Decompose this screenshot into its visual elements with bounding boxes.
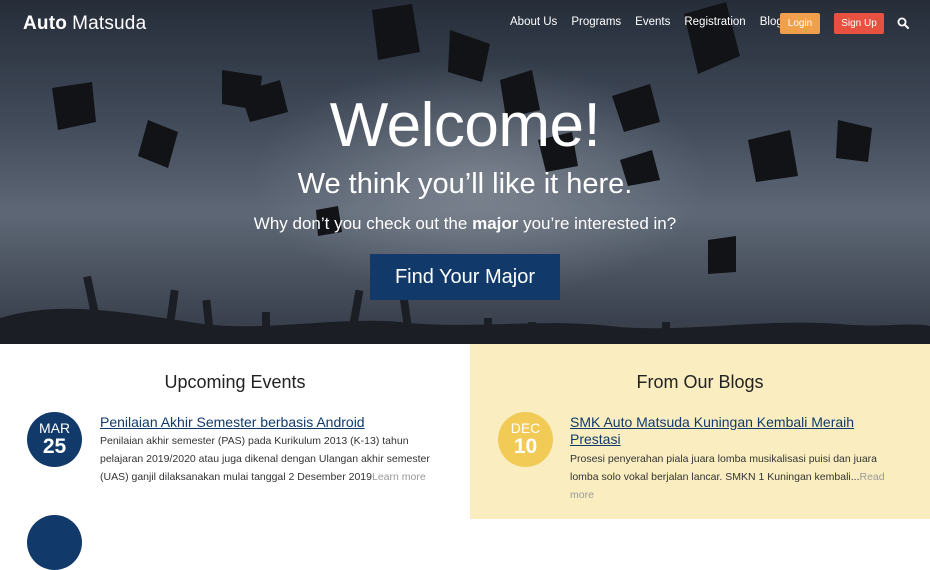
blog-title-link[interactable]: SMK Auto Matsuda Kuningan Kembali Meraih… [570, 414, 900, 448]
event-day: 25 [42, 435, 67, 458]
hero-subtext-after: you’re interested in? [518, 214, 677, 233]
event-learn-more-link[interactable]: Learn more [372, 471, 426, 483]
hero-subtext-bold: major [472, 214, 519, 233]
nav-about-us[interactable]: About Us [510, 16, 557, 32]
nav-events[interactable]: Events [635, 16, 670, 32]
event-title-link[interactable]: Penilaian Akhir Semester berbasis Androi… [100, 414, 450, 431]
blogs-section: From Our Blogs DEC 10 SMK Auto Matsuda K… [470, 344, 930, 519]
brand-part-2: Matsuda [72, 13, 147, 34]
hero-subtext-before: Why don’t you check out the [253, 214, 473, 233]
hero-banner: Auto Matsuda About Us Programs Events Reg… [0, 0, 930, 344]
brand-part-1: Auto [23, 13, 68, 34]
blog-body-text: Prosesi penyerahan piala juara lomba mus… [570, 453, 878, 483]
blog-date-badge: DEC 10 [498, 412, 553, 467]
nav-programs[interactable]: Programs [571, 16, 621, 32]
search-icon[interactable] [897, 17, 909, 29]
event-description: Penilaian akhir semester (PAS) pada Kuri… [100, 432, 450, 486]
top-navbar: Auto Matsuda About Us Programs Events Reg… [0, 0, 930, 46]
nav-links: About Us Programs Events Registration Bl… [510, 16, 797, 32]
blogs-section-title: From Our Blogs [636, 372, 764, 392]
blog-excerpt: Prosesi penyerahan piala juara lomba mus… [570, 450, 900, 504]
event-month: MAR [38, 420, 71, 436]
blog-day: 10 [513, 435, 538, 458]
login-button[interactable]: Login [780, 13, 820, 34]
upcoming-events-section: Upcoming Events MAR 25 Penilaian Akhir S… [0, 344, 470, 570]
brand-logo[interactable]: Auto Matsuda [23, 13, 146, 35]
blog-month: DEC [510, 420, 541, 436]
next-event-badge [27, 515, 82, 570]
hero-tagline: We think you’ll like it here. [297, 168, 633, 200]
events-section-title: Upcoming Events [164, 372, 306, 392]
signup-button[interactable]: Sign Up [834, 13, 884, 34]
find-your-major-button[interactable]: Find Your Major [370, 254, 560, 300]
welcome-heading: Welcome! [329, 91, 601, 160]
nav-registration[interactable]: Registration [684, 16, 745, 32]
event-date-badge: MAR 25 [27, 412, 82, 467]
hero-subtext: Why don’t you check out the major you’re… [0, 214, 930, 234]
